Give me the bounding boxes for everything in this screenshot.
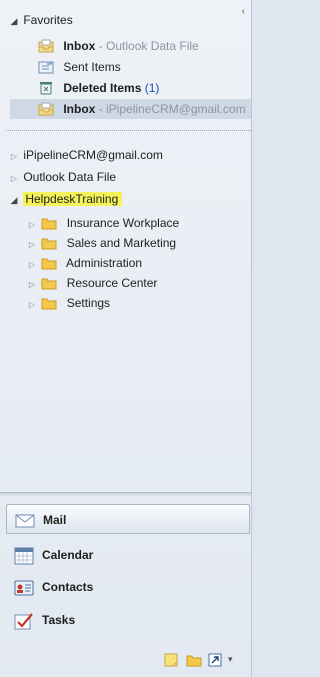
folder-insurance-workplace[interactable]: ▷ Insurance Workplace (26, 213, 179, 233)
nav-calendar-label: Calendar (42, 548, 94, 562)
favorite-inbox-store: - Outlook Data File (95, 39, 199, 53)
notes-icon[interactable] (164, 653, 178, 670)
nav-mail-button[interactable]: Mail (6, 504, 250, 534)
collapsed-triangle-icon[interactable]: ▷ (26, 295, 38, 315)
shortcuts-icon[interactable] (208, 653, 222, 670)
folder-label: Sales and Marketing (66, 236, 177, 250)
folder-label: Resource Center (66, 276, 158, 290)
deleted-items-count: (1) (144, 81, 160, 95)
account-ipipeline-label: iPipelineCRM@gmail.com (23, 148, 163, 162)
collapsed-triangle-icon[interactable]: ▷ (26, 235, 38, 255)
favorite-inbox2-store: - iPipelineCRM@gmail.com (95, 102, 246, 116)
nav-mail-label: Mail (43, 513, 67, 527)
favorites-label: Favorites (23, 13, 73, 27)
folder-sales-and-marketing[interactable]: ▷ Sales and Marketing (26, 233, 176, 253)
folder-resource-center[interactable]: ▷ Resource Center (26, 273, 157, 293)
deleted-items-icon (38, 81, 54, 95)
contacts-icon (14, 578, 34, 596)
favorites-header[interactable]: ◢ Favorites (8, 10, 73, 30)
inbox-folder-icon (38, 39, 54, 53)
collapsed-triangle-icon[interactable]: ▷ (8, 169, 20, 189)
folder-icon (41, 276, 57, 290)
favorite-sent-items[interactable]: Sent Items (38, 57, 121, 77)
folder-icon (41, 256, 57, 270)
navigation-pane: ‹ ◢ Favorites Inbox - Outlook Data File … (0, 0, 252, 677)
favorites-divider (6, 130, 251, 131)
folder-label: Settings (66, 296, 111, 310)
favorite-inbox-label: Inbox (63, 39, 96, 53)
account-helpdesktraining[interactable]: ◢ HelpdeskTraining (8, 189, 123, 210)
account-ipipeline[interactable]: ▷ iPipelineCRM@gmail.com (8, 145, 163, 165)
account-outlook-data-file[interactable]: ▷ Outlook Data File (8, 167, 116, 187)
favorite-inbox-ipipeline[interactable]: Inbox - iPipelineCRM@gmail.com (38, 99, 246, 119)
favorite-inbox-outlook[interactable]: Inbox - Outlook Data File (38, 36, 199, 56)
folder-label: Administration (66, 256, 143, 270)
folder-icon (41, 216, 57, 230)
folder-icon (41, 236, 57, 250)
folder-administration[interactable]: ▷ Administration (26, 253, 142, 273)
calendar-icon (14, 546, 34, 565)
nav-tasks-button[interactable]: Tasks (6, 605, 250, 635)
mail-icon (15, 511, 35, 529)
account-outlook-label: Outlook Data File (23, 170, 117, 184)
nav-splitter[interactable] (0, 492, 251, 497)
inbox-folder-icon (38, 102, 54, 116)
tasks-icon (14, 611, 34, 630)
favorite-deleted-items[interactable]: Deleted Items (1) (38, 78, 159, 98)
folder-label: Insurance Workplace (66, 216, 180, 230)
nav-tasks-label: Tasks (42, 613, 76, 627)
nav-mini-bar: ▾ (0, 645, 251, 677)
folder-icon (41, 296, 57, 310)
folder-list-icon[interactable] (186, 653, 202, 670)
collapsed-triangle-icon[interactable]: ▷ (26, 215, 38, 235)
nav-contacts-label: Contacts (42, 580, 94, 594)
deleted-items-label: Deleted Items (63, 81, 142, 95)
sent-items-label: Sent Items (63, 60, 121, 74)
expanded-triangle-icon[interactable]: ◢ (8, 11, 20, 31)
nav-calendar-button[interactable]: Calendar (6, 540, 250, 570)
folder-settings[interactable]: ▷ Settings (26, 293, 110, 313)
expanded-triangle-icon[interactable]: ◢ (8, 190, 20, 210)
account-helpdesktraining-label: HelpdeskTraining (23, 192, 123, 206)
collapsed-triangle-icon[interactable]: ▷ (26, 255, 38, 275)
collapsed-triangle-icon[interactable]: ▷ (26, 275, 38, 295)
nav-contacts-button[interactable]: Contacts (6, 572, 250, 602)
sent-items-icon (38, 60, 54, 74)
configure-buttons-chevron-icon[interactable]: ▾ (228, 654, 233, 665)
minimize-pane-icon[interactable]: ‹ (242, 6, 245, 17)
collapsed-triangle-icon[interactable]: ▷ (8, 147, 20, 167)
favorite-inbox2-label: Inbox (63, 102, 96, 116)
